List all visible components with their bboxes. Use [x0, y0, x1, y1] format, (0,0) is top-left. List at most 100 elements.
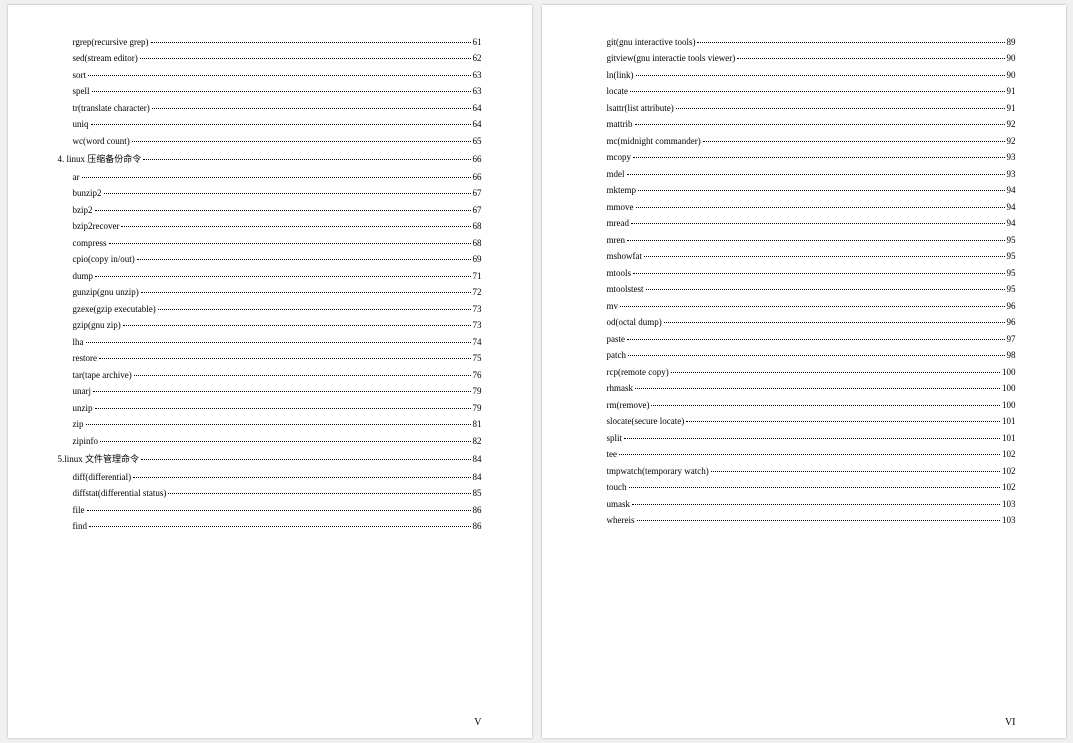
toc-entry-label: paste	[607, 334, 626, 344]
toc-entry-label: mcopy	[607, 152, 632, 162]
toc-leader-dots	[152, 108, 471, 109]
toc-entry-page: 103	[1002, 499, 1016, 509]
toc-entry-page: 102	[1002, 466, 1016, 476]
toc-leader-dots	[631, 223, 1005, 224]
toc-leader-dots	[632, 504, 1000, 505]
toc-leader-dots	[95, 276, 470, 277]
toc-entry-label: bzip2	[73, 205, 93, 215]
toc-leader-dots	[711, 471, 1000, 472]
toc-entry-page: 71	[473, 271, 482, 281]
toc-entry-page: 84	[473, 472, 482, 482]
toc-entry: mktemp94	[607, 185, 1016, 195]
toc-entry-page: 75	[473, 353, 482, 363]
toc-entry: rcp(remote copy)100	[607, 367, 1016, 377]
toc-entry-page: 89	[1007, 37, 1016, 47]
toc-entry-page: 66	[473, 172, 482, 182]
toc-leader-dots	[651, 405, 1000, 406]
toc-entry-page: 73	[473, 304, 482, 314]
toc-leader-dots	[100, 441, 471, 442]
toc-leader-dots	[133, 477, 470, 478]
toc-entry: unarj 79	[73, 386, 482, 396]
toc-entry: locate91	[607, 86, 1016, 96]
toc-leader-dots	[627, 174, 1005, 175]
toc-entry-label: mv	[607, 301, 619, 311]
toc-entry-label: lsattr(list attribute)	[607, 103, 674, 113]
toc-entry-label: mread	[607, 218, 630, 228]
toc-entry-label: umask	[607, 499, 631, 509]
toc-entry-label: ar	[73, 172, 80, 182]
toc-entry-page: 82	[473, 436, 482, 446]
toc-entry-label: zip	[73, 419, 84, 429]
toc-entry: diff(differential)84	[73, 472, 482, 482]
toc-entry: file86	[73, 505, 482, 515]
toc-entry: od(octal dump) 96	[607, 317, 1016, 327]
toc-leader-dots	[636, 207, 1005, 208]
toc-entry: tar(tape archive)76	[73, 370, 482, 380]
toc-entry-label: sort	[73, 70, 87, 80]
toc-entry: mdel93	[607, 169, 1016, 179]
toc-entry-label: rcp(remote copy)	[607, 367, 669, 377]
toc-leader-dots	[168, 493, 470, 494]
toc-entry: mtools95	[607, 268, 1016, 278]
toc-entry-page: 79	[473, 386, 482, 396]
toc-entry: 4. linux 压缩备份命令66	[58, 152, 482, 165]
toc-leader-dots	[620, 306, 1004, 307]
toc-entry-page: 95	[1007, 235, 1016, 245]
toc-leader-dots	[158, 309, 471, 310]
toc-leader-dots	[141, 459, 470, 460]
toc-entry-label: rgrep(recursive grep)	[73, 37, 149, 47]
toc-entry-page: 95	[1007, 284, 1016, 294]
toc-leader-dots	[99, 358, 471, 359]
toc-entry-label: od(octal dump)	[607, 317, 662, 327]
toc-entry-label: mktemp	[607, 185, 637, 195]
toc-entry-label: restore	[73, 353, 98, 363]
toc-entry-page: 101	[1002, 433, 1016, 443]
toc-entry-label: unarj	[73, 386, 92, 396]
page-footer-right: VI	[1005, 717, 1016, 728]
toc-entry: mc(midnight commander)92	[607, 136, 1016, 146]
toc-entry: diffstat(differential status)85	[73, 488, 482, 498]
toc-entry: lha74	[73, 337, 482, 347]
toc-entry-page: 64	[473, 119, 482, 129]
toc-entry: dump71	[73, 271, 482, 281]
toc-entry-page: 63	[473, 70, 482, 80]
toc-entry-page: 68	[473, 221, 482, 231]
toc-leader-dots	[121, 226, 470, 227]
toc-leader-dots	[635, 388, 1000, 389]
toc-entry-label: whereis	[607, 515, 635, 525]
toc-entry-page: 96	[1007, 317, 1016, 327]
toc-entry-label: gzip(gnu zip)	[73, 320, 121, 330]
toc-entry: git(gnu interactive tools)89	[607, 37, 1016, 47]
toc-entry-label: tr(translate character)	[73, 103, 150, 113]
toc-entry-page: 67	[473, 205, 482, 215]
toc-entry-page: 90	[1007, 53, 1016, 63]
toc-entry-page: 95	[1007, 251, 1016, 261]
toc-entry-label: mtoolstest	[607, 284, 644, 294]
toc-entry-page: 69	[473, 254, 482, 264]
toc-leader-dots	[627, 339, 1005, 340]
toc-entry: ar 66	[73, 172, 482, 182]
toc-entry-page: 63	[473, 86, 482, 96]
toc-leader-dots	[671, 372, 1000, 373]
toc-entry-page: 62	[473, 53, 482, 63]
toc-entry-label: tee	[607, 449, 618, 459]
toc-entry: mshowfat95	[607, 251, 1016, 261]
toc-entry-page: 61	[473, 37, 482, 47]
toc-entry-label: tar(tape archive)	[73, 370, 132, 380]
toc-leader-dots	[633, 157, 1005, 158]
toc-entry-label: lha	[73, 337, 84, 347]
toc-entry: bzip2 67	[73, 205, 482, 215]
toc-entry-label: mmove	[607, 202, 634, 212]
toc-leader-dots	[93, 391, 471, 392]
toc-entry-page: 81	[473, 419, 482, 429]
toc-entry-label: gzexe(gzip executable)	[73, 304, 156, 314]
toc-entry: cpio(copy in/out)69	[73, 254, 482, 264]
toc-entry: tr(translate character)64	[73, 103, 482, 113]
toc-leader-dots	[140, 58, 471, 59]
toc-entry-page: 79	[473, 403, 482, 413]
toc-entry-label: find	[73, 521, 88, 531]
toc-entry: mv 96	[607, 301, 1016, 311]
toc-entry-page: 96	[1007, 301, 1016, 311]
toc-leader-dots	[95, 210, 471, 211]
toc-entry: sort 63	[73, 70, 482, 80]
